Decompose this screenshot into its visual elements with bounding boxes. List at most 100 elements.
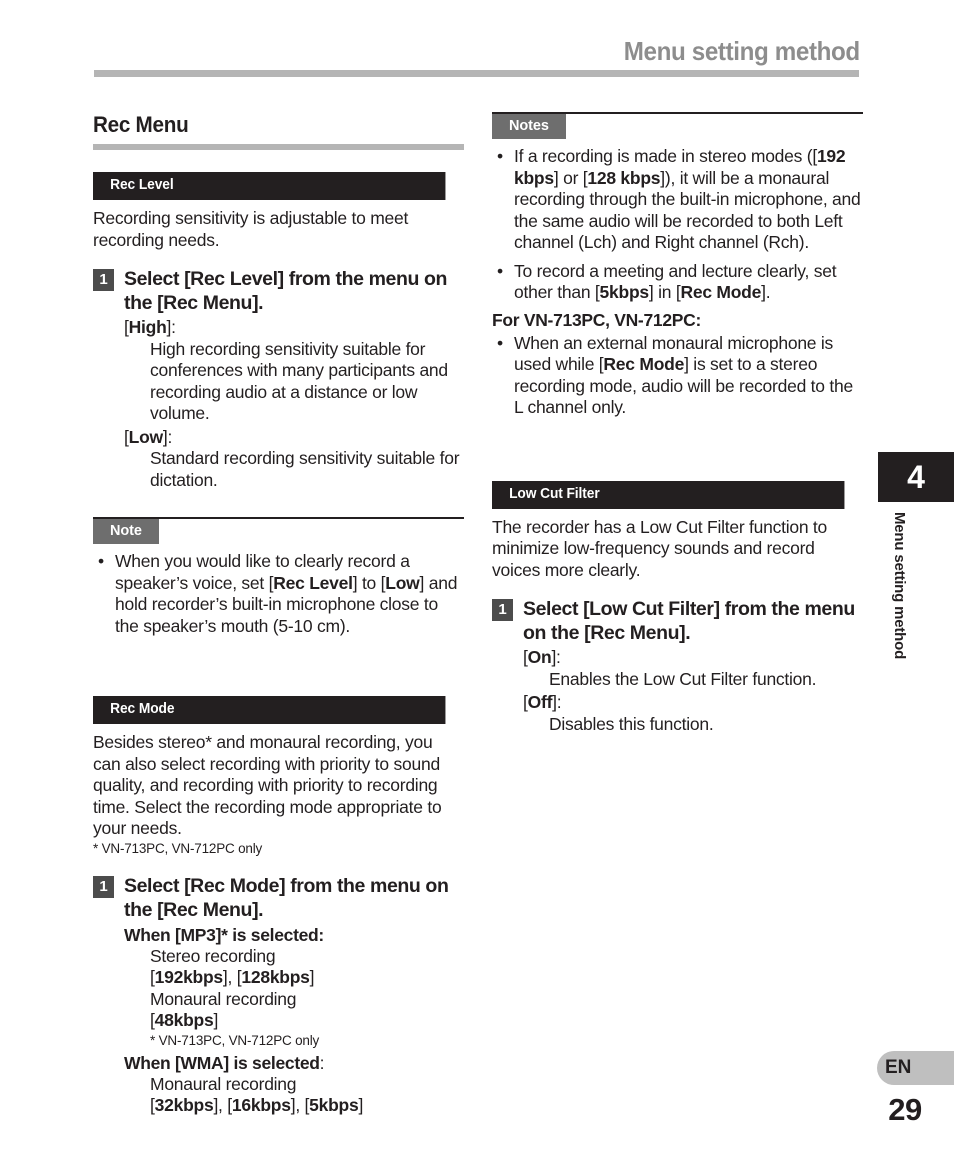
device-heading: For VN-713PC, VN-712PC: xyxy=(492,309,701,330)
rec-mode-options: When [MP3]* is selected: Stereo recordin… xyxy=(124,924,464,1117)
wma-head-a: When [ xyxy=(124,1052,181,1073)
language-badge: EN xyxy=(877,1051,954,1085)
low-cut-filter-step-1: 1 Select [Low Cut Filter] from the menu … xyxy=(492,597,863,645)
bullet-dot-icon: • xyxy=(98,551,105,571)
rec-mode-footnote: * VN-713PC, VN-712PC only xyxy=(93,840,263,856)
bullet-dot-icon: • xyxy=(497,260,504,281)
notes-bullet-item-2: • To record a meeting and lecture clearl… xyxy=(492,261,863,304)
notes-bullet-item-3: • When an external monaural microphone i… xyxy=(492,333,863,419)
option-low-description: Standard recording sensitivity suitable … xyxy=(150,448,460,490)
mp3-mono-rates: [48kbps] xyxy=(150,1010,219,1030)
wma-head-c: ] is selected xyxy=(223,1052,320,1073)
mp3-head-a: When [ xyxy=(124,924,181,945)
section-underline xyxy=(93,144,464,150)
low-cut-filter-block: Low Cut Filter The recorder has a Low Cu… xyxy=(492,480,863,736)
mp3-mono-label: Monaural recording xyxy=(150,988,297,1009)
wma-mono-rates: [32kbps], [16kbps], [5kbps] xyxy=(150,1095,364,1115)
option-off-description: Disables this function. xyxy=(549,713,714,734)
wma-heading: When [WMA] is selected: xyxy=(124,1052,464,1074)
rec-mode-intro: Besides stereo* and monaural recording, … xyxy=(93,732,442,838)
bullet-dot-icon: • xyxy=(497,332,504,353)
header-rule xyxy=(94,70,859,77)
mp3-label: MP3 xyxy=(180,924,216,945)
note1-t1: If a recording is made in stereo modes (… xyxy=(514,146,817,166)
step-suffix: ]. xyxy=(679,622,691,644)
mp3-footnote: * VN-713PC, VN-712PC only xyxy=(150,1032,320,1048)
notes-text-2: To record a meeting and lecture clearly,… xyxy=(514,261,863,304)
note-text-2: ] to [ xyxy=(352,572,386,593)
note2-t2: ] in [ xyxy=(648,282,681,302)
bullet-dot-icon: • xyxy=(497,146,504,166)
rec-mode-step-text: Select [Rec Mode] from the menu on the [… xyxy=(124,874,464,922)
notes-bar-label: Notes xyxy=(492,114,566,139)
option-low-term: [Low]: xyxy=(124,427,464,449)
wma-label: WMA xyxy=(180,1052,224,1073)
rec-level-options: [High]: High recording sensitivity suita… xyxy=(124,317,464,491)
chapter-label-vertical: Menu setting method xyxy=(891,512,908,660)
option-high-description: High recording sensitivity suitable for … xyxy=(150,338,448,424)
note-bar-label: Note xyxy=(93,519,159,544)
step-number-badge: 1 xyxy=(93,875,114,898)
wma-head-d: : xyxy=(319,1052,325,1073)
subsection-bar-low-cut-filter: Low Cut Filter xyxy=(492,480,845,509)
mp3-stereo-rates: [192kbps], [128kbps] xyxy=(150,967,315,987)
chapter-number-tab: 4 xyxy=(878,452,954,502)
notes-text-3: When an external monaural microphone is … xyxy=(514,333,863,419)
mp3-stereo-label: Stereo recording xyxy=(150,945,276,966)
step-prefix: Select [ xyxy=(124,874,191,897)
option-off-term: [Off]: xyxy=(523,692,863,714)
note-bullet-item: • When you would like to clearly record … xyxy=(93,551,464,637)
rec-mode-block: Rec Mode Besides stereo* and monaural re… xyxy=(93,696,464,1117)
note2-b1: 5kbps xyxy=(599,282,650,302)
step-number-badge: 1 xyxy=(93,269,114,291)
step-bold-rec-menu: Rec Menu xyxy=(163,898,253,921)
bracket-close: ]: xyxy=(166,317,176,337)
note2-b2: Rec Mode xyxy=(680,282,762,302)
step-bold-rec-level: Rec Level xyxy=(190,268,278,290)
notes-bullet-item-1: • If a recording is made in stereo modes… xyxy=(492,146,863,254)
notes-text-1: If a recording is made in stereo modes (… xyxy=(514,146,863,254)
left-column: Rec Menu Rec Level Recording sensitivity… xyxy=(93,112,464,1117)
note3-b1: Rec Mode xyxy=(603,354,685,374)
note-bold-rec-level: Rec Level xyxy=(273,572,353,593)
option-on-label: On xyxy=(527,647,552,667)
step-bold-rec-menu: Rec Menu xyxy=(163,292,253,314)
subsection-bar-rec-mode: Rec Mode xyxy=(93,696,446,724)
option-on-term: [On]: xyxy=(523,647,863,669)
mp3-head-c: ]* is selected: xyxy=(215,924,325,945)
low-cut-filter-intro: The recorder has a Low Cut Filter functi… xyxy=(492,516,828,580)
page-number: 29 xyxy=(888,1092,922,1127)
note-block: Note • When you would like to clearly re… xyxy=(93,517,464,637)
step-bold-low-cut-filter: Low Cut Filter xyxy=(589,598,714,620)
page-header: Menu setting method xyxy=(0,0,954,90)
low-cut-filter-step-text: Select [Low Cut Filter] from the menu on… xyxy=(523,597,863,645)
step-bold-rec-menu: Rec Menu xyxy=(590,622,680,644)
note1-t2: ] or [ xyxy=(553,167,588,188)
rec-level-step-1: 1 Select [Rec Level] from the menu on th… xyxy=(93,267,464,315)
note-bold-low: Low xyxy=(385,572,420,593)
right-column: Notes • If a recording is made in stereo… xyxy=(492,112,863,735)
step-suffix: ]. xyxy=(252,292,264,314)
option-off-label: Off xyxy=(527,692,553,712)
section-title-rec-menu: Rec Menu xyxy=(93,112,189,137)
bracket-close: ]: xyxy=(551,647,561,667)
bracket-close: ]: xyxy=(552,692,562,712)
option-on-description: Enables the Low Cut Filter function. xyxy=(549,668,817,689)
rec-level-step-text: Select [Rec Level] from the menu on the … xyxy=(124,267,464,315)
option-low-label: Low xyxy=(128,426,164,447)
subsection-bar-rec-level: Rec Level xyxy=(93,172,446,200)
option-high-term: [High]: xyxy=(124,317,464,339)
note2-t3: ]. xyxy=(761,282,771,302)
step-bold-rec-mode: Rec Mode xyxy=(190,874,280,897)
note-bullet-text: When you would like to clearly record a … xyxy=(115,551,464,637)
mp3-heading: When [MP3]* is selected: xyxy=(124,924,464,946)
step-prefix: Select [ xyxy=(523,598,590,620)
bracket-close: ]: xyxy=(162,426,173,447)
low-cut-filter-options: [On]: Enables the Low Cut Filter functio… xyxy=(523,647,863,735)
step-prefix: Select [ xyxy=(124,268,191,290)
running-header-title: Menu setting method xyxy=(623,36,860,66)
step-number-badge: 1 xyxy=(492,599,513,621)
notes-block: Notes • If a recording is made in stereo… xyxy=(492,112,863,419)
rec-mode-step-1: 1 Select [Rec Mode] from the menu on the… xyxy=(93,874,464,922)
note1-b2: 128 kbps xyxy=(587,167,661,188)
